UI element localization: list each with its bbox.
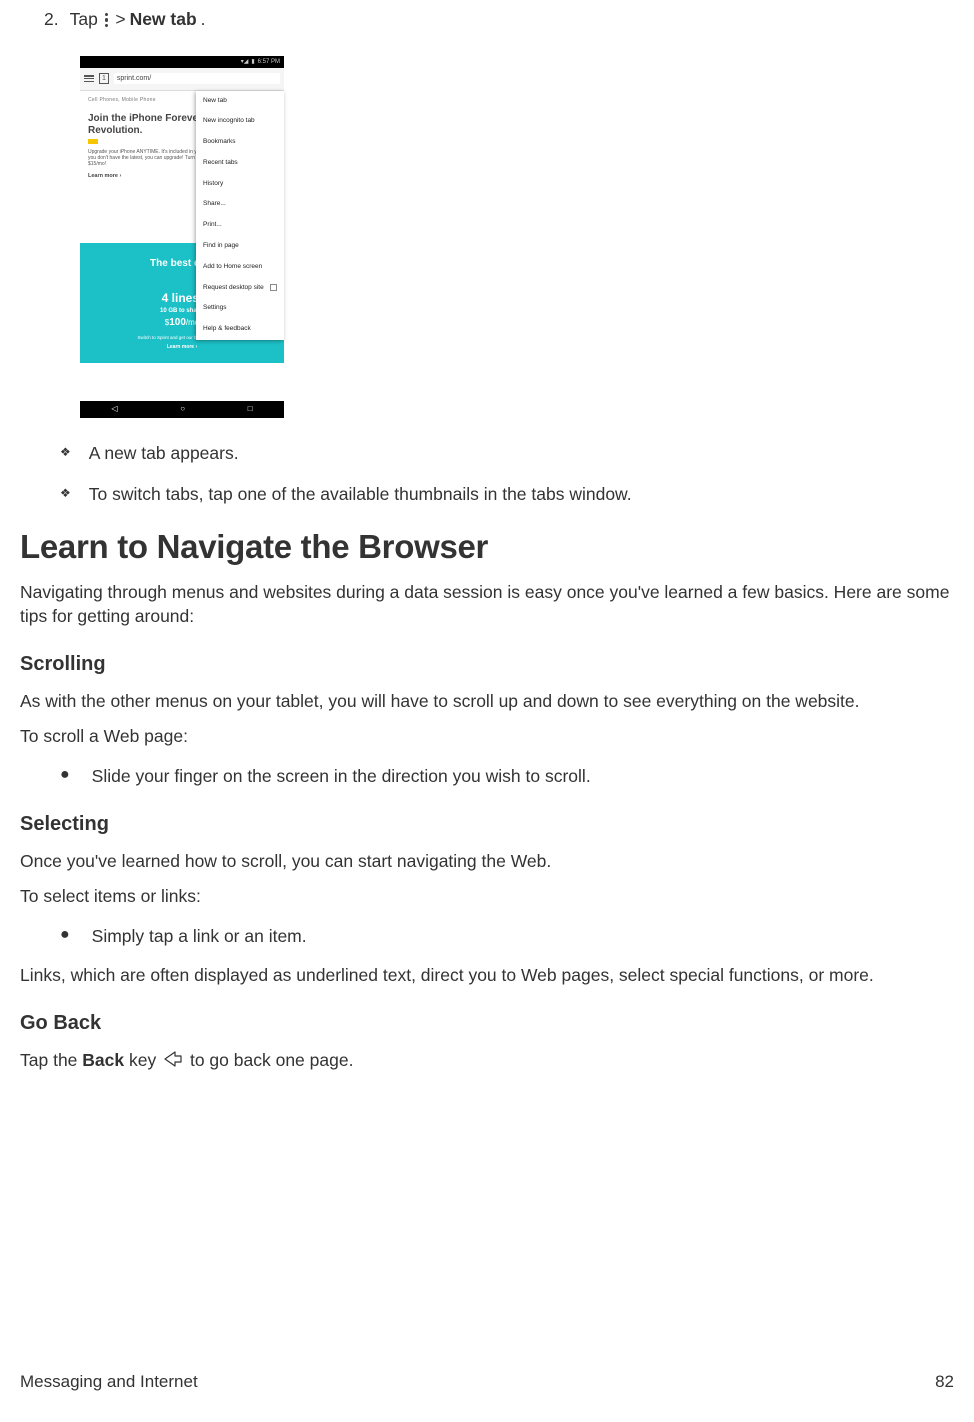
bullet-item: ❖ A new tab appears. [60,442,954,466]
selecting-p3: Links, which are often displayed as unde… [20,964,954,988]
dot-text: Simply tap a link or an item. [92,925,307,949]
back-nav-icon: ◁ [111,404,117,415]
scrolling-p1: As with the other menus on your tablet, … [20,690,954,714]
browser-body: Cell Phones, Mobile Phone Join the iPhon… [80,91,284,401]
diamond-icon: ❖ [60,483,71,503]
bullet-item: ❖ To switch tabs, tap one of the availab… [60,483,954,507]
footer-right: 82 [935,1371,954,1394]
dot-icon: ● [60,765,70,786]
menu-item-print: Print... [196,215,284,236]
menu-item-settings: Settings [196,298,284,319]
recent-nav-icon: □ [248,404,253,415]
bullet-text: A new tab appears. [89,442,239,466]
heading-navigate: Learn to Navigate the Browser [20,525,954,570]
menu-item-recent: Recent tabs [196,153,284,174]
tab-count: 1 [99,73,109,84]
status-bar: ▾◢ ▮ 6:57 PM [80,56,284,68]
menu-item-find: Find in page [196,236,284,257]
bullet-text: To switch tabs, tap one of the available… [89,483,632,507]
intro-para: Navigating through menus and websites du… [20,581,954,628]
nav-bar: ◁ ○ □ [80,401,284,418]
footer: Messaging and Internet 82 [20,1371,954,1394]
selecting-p1: Once you've learned how to scroll, you c… [20,850,954,874]
url-bar: sprint.com/ [114,73,280,84]
diamond-list: ❖ A new tab appears. ❖ To switch tabs, t… [60,442,954,507]
goback-post: to go back one page. [190,1050,353,1070]
goback-mid: key [124,1050,161,1070]
dot-item: ● Slide your finger on the screen in the… [60,765,954,789]
step-number: 2. [44,8,59,32]
goback-pre: Tap the [20,1050,82,1070]
back-key-icon [163,1050,183,1074]
selecting-p2: To select items or links: [20,885,954,909]
dot-icon: ● [60,925,70,946]
screenshot-figure: ▾◢ ▮ 6:57 PM 1 sprint.com/ Cell Phones, … [80,56,284,418]
menu-item-desktop-label: Request desktop site [203,284,264,293]
dot-list: ● Slide your finger on the screen in the… [60,765,954,789]
more-icon [102,13,112,28]
goback-para: Tap the Back key to go back one page. [20,1049,954,1073]
signal-icon: ▾◢ [241,58,249,66]
status-time: 6:57 PM [258,58,280,66]
footer-left: Messaging and Internet [20,1371,198,1394]
browser-toolbar: 1 sprint.com/ [80,68,284,91]
goback-bold: Back [82,1050,124,1070]
battery-icon: ▮ [251,58,254,66]
step-gt: > [115,8,125,32]
menu-item-addhome: Add to Home screen [196,257,284,278]
menu-item-share: Share... [196,194,284,215]
scrolling-p2: To scroll a Web page: [20,725,954,749]
menu-item-newtab: New tab [196,91,284,112]
menu-item-desktop: Request desktop site [196,278,284,299]
menu-item-history: History [196,174,284,195]
dot-list: ● Simply tap a link or an item. [60,925,954,949]
heading-goback: Go Back [20,1010,954,1037]
menu-item-incognito: New incognito tab [196,111,284,132]
heading-scrolling: Scrolling [20,651,954,678]
diamond-icon: ❖ [60,442,71,462]
yellow-accent [88,139,98,144]
step-period: . [201,8,206,32]
checkbox-icon [270,284,277,291]
step-line: 2. Tap > New tab. [44,8,954,32]
menu-item-bookmarks: Bookmarks [196,132,284,153]
hamburger-icon [84,75,94,81]
dot-item: ● Simply tap a link or an item. [60,925,954,949]
chrome-menu: New tab New incognito tab Bookmarks Rece… [196,91,284,340]
heading-selecting: Selecting [20,811,954,838]
menu-item-help: Help & feedback [196,319,284,340]
step-tap: Tap [70,8,98,32]
dot-text: Slide your finger on the screen in the d… [92,765,591,789]
home-nav-icon: ○ [180,404,185,415]
step-newtab: New tab [130,8,197,32]
learn-more-2: Learn more › [80,344,284,351]
price-n: 100 [169,317,186,328]
